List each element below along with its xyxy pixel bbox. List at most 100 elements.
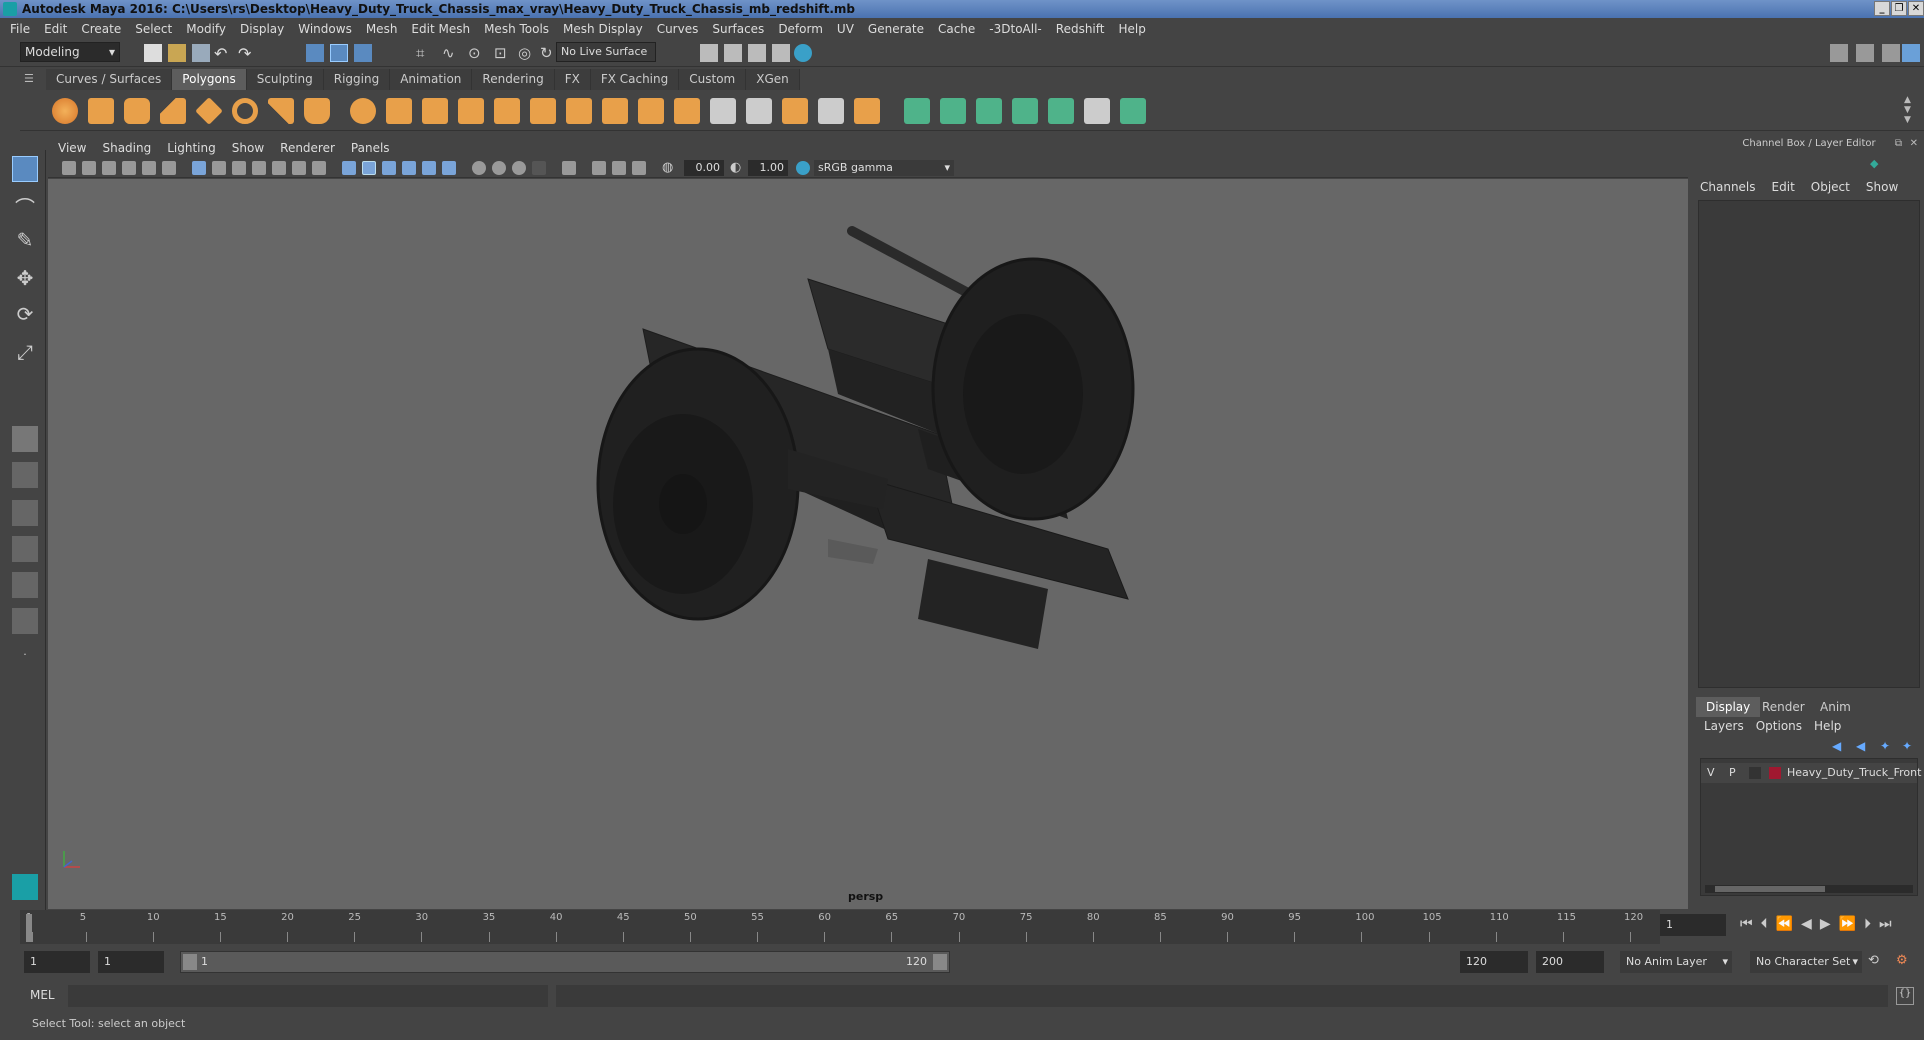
single-perspective-layout-icon[interactable] (12, 426, 38, 452)
color-management-icon[interactable] (796, 161, 810, 175)
anim-layer-dropdown[interactable]: No Anim Layer ▾ (1620, 951, 1732, 973)
menu-modify[interactable]: Modify (186, 22, 226, 36)
minimize-button[interactable]: _ (1874, 1, 1890, 16)
animation-start-field[interactable]: 1 (24, 951, 90, 973)
uv-cylindrical-icon[interactable] (940, 98, 966, 124)
cb-menu-channels[interactable]: Channels (1700, 180, 1756, 194)
channel-box-attributes[interactable] (1698, 200, 1920, 688)
redo-icon[interactable]: ↷ (238, 44, 256, 63)
exposure-field[interactable]: 0.00 (684, 160, 724, 176)
go-to-end-icon[interactable]: ⏭ (1879, 916, 1900, 932)
poke-icon[interactable] (854, 98, 880, 124)
menu-edit-mesh[interactable]: Edit Mesh (411, 22, 470, 36)
close-button[interactable]: ✕ (1908, 1, 1924, 16)
xray-icon[interactable] (592, 161, 606, 175)
panel-menu-panels[interactable]: Panels (351, 141, 390, 155)
move-layer-down-icon[interactable]: ◀ (1856, 739, 1870, 753)
exposure-icon[interactable]: ◍ (662, 161, 676, 175)
layer-list-scrollbar[interactable] (1705, 885, 1913, 893)
select-tool-icon[interactable] (12, 156, 38, 182)
paint-select-tool-icon[interactable]: ✎ (12, 228, 38, 254)
menu-3dtoall[interactable]: -3DtoAll- (989, 22, 1041, 36)
script-language-label[interactable]: MEL (30, 988, 55, 1002)
uv-planar-icon[interactable] (904, 98, 930, 124)
film-gate-icon[interactable] (212, 161, 226, 175)
grid-icon[interactable] (192, 161, 206, 175)
wireframe-on-shaded-icon[interactable] (382, 161, 396, 175)
menu-mesh-display[interactable]: Mesh Display (563, 22, 643, 36)
attribute-editor-icon[interactable] (1856, 44, 1874, 62)
uv-checker-icon[interactable] (1084, 98, 1110, 124)
render-settings-icon[interactable] (748, 44, 766, 62)
playback-start-field[interactable]: 1 (98, 951, 164, 973)
smooth-icon[interactable] (458, 98, 484, 124)
tab-fx[interactable]: FX (554, 69, 591, 90)
menu-edit[interactable]: Edit (44, 22, 67, 36)
auto-key-icon[interactable]: ⟲ (1868, 953, 1884, 969)
safe-title-icon[interactable] (312, 161, 326, 175)
layer-playback-toggle[interactable]: P (1729, 763, 1736, 783)
move-tool-icon[interactable]: ✥ (12, 266, 38, 292)
menu-windows[interactable]: Windows (298, 22, 352, 36)
snap-point-icon[interactable]: ⊙ (468, 44, 486, 62)
tab-rendering[interactable]: Rendering (472, 69, 555, 90)
lasso-tool-icon[interactable]: ⌒ (12, 192, 38, 220)
scale-tool-icon[interactable]: ⤢ (12, 340, 38, 366)
viewport-persp[interactable]: persp (48, 179, 1688, 909)
command-input[interactable] (68, 985, 548, 1007)
live-surface-field[interactable]: No Live Surface (556, 42, 656, 62)
cb-menu-edit[interactable]: Edit (1772, 180, 1795, 194)
scrollbar-thumb[interactable] (1715, 886, 1825, 892)
wireframe-icon[interactable] (342, 161, 356, 175)
camera-attributes-icon[interactable] (82, 161, 96, 175)
menu-redshift[interactable]: Redshift (1056, 22, 1105, 36)
playback-end-field[interactable]: 120 (1460, 951, 1528, 973)
render-current-frame-icon[interactable] (700, 44, 718, 62)
move-layer-up-icon[interactable]: ◀ (1832, 739, 1846, 753)
resolution-gate-icon[interactable] (232, 161, 246, 175)
new-layer-icon[interactable]: ✦ (1880, 739, 1894, 753)
poly-torus-icon[interactable] (232, 98, 258, 124)
tab-xgen[interactable]: XGen (746, 69, 800, 90)
panel-menu-lighting[interactable]: Lighting (167, 141, 216, 155)
menu-file[interactable]: File (10, 22, 30, 36)
select-camera-icon[interactable] (62, 161, 76, 175)
tab-curves-surfaces[interactable]: Curves / Surfaces (46, 69, 173, 90)
poly-plane-icon[interactable] (195, 97, 223, 125)
uv-unfold-icon[interactable] (1048, 98, 1074, 124)
ambient-occlusion-icon[interactable] (472, 161, 486, 175)
le-menu-help[interactable]: Help (1814, 719, 1841, 733)
snap-curve-icon[interactable]: ∿ (442, 44, 460, 62)
channel-box-toggle-icon[interactable] (1902, 44, 1920, 62)
reduce-icon[interactable] (494, 98, 520, 124)
depth-of-field-icon[interactable] (532, 161, 546, 175)
script-editor-icon[interactable]: {} (1896, 987, 1914, 1005)
menu-help[interactable]: Help (1118, 22, 1145, 36)
menu-display[interactable]: Display (240, 22, 284, 36)
hypershade-icon[interactable] (772, 44, 790, 62)
grease-pencil-icon[interactable] (162, 161, 176, 175)
render-view-icon[interactable] (794, 44, 812, 62)
close-panel-icon[interactable]: ✕ (1910, 138, 1918, 149)
play-forwards-icon[interactable]: ▶ (1820, 916, 1839, 932)
poly-sphere-icon[interactable] (52, 98, 78, 124)
character-set-dropdown[interactable]: No Character Set ▾ (1750, 951, 1862, 973)
layer-row[interactable]: V P Heavy_Duty_Truck_Front (1701, 763, 1921, 783)
tab-polygons[interactable]: Polygons (172, 69, 247, 90)
step-forward-key-icon[interactable]: ⏩ (1839, 916, 1864, 932)
channel-box-mode-icon[interactable]: ◆ (1870, 157, 1882, 170)
poly-cylinder-icon[interactable] (124, 98, 150, 124)
step-back-icon[interactable]: ⏴ (1761, 916, 1776, 932)
motion-blur-icon[interactable] (492, 161, 506, 175)
snap-surface-icon[interactable]: ◎ (518, 44, 536, 62)
uv-automatic-icon[interactable] (1012, 98, 1038, 124)
insert-edge-loop-icon[interactable] (710, 98, 736, 124)
layer-color-swatch[interactable] (1769, 767, 1781, 779)
undo-icon[interactable]: ↶ (214, 44, 232, 63)
more-layouts-icon[interactable]: · (12, 648, 38, 674)
isolate-select-icon[interactable] (562, 161, 576, 175)
tab-anim-layers[interactable]: Anim (1810, 697, 1861, 717)
tab-rigging[interactable]: Rigging (323, 69, 391, 90)
extrude-icon[interactable] (602, 98, 628, 124)
layer-name[interactable]: Heavy_Duty_Truck_Front (1787, 763, 1921, 783)
